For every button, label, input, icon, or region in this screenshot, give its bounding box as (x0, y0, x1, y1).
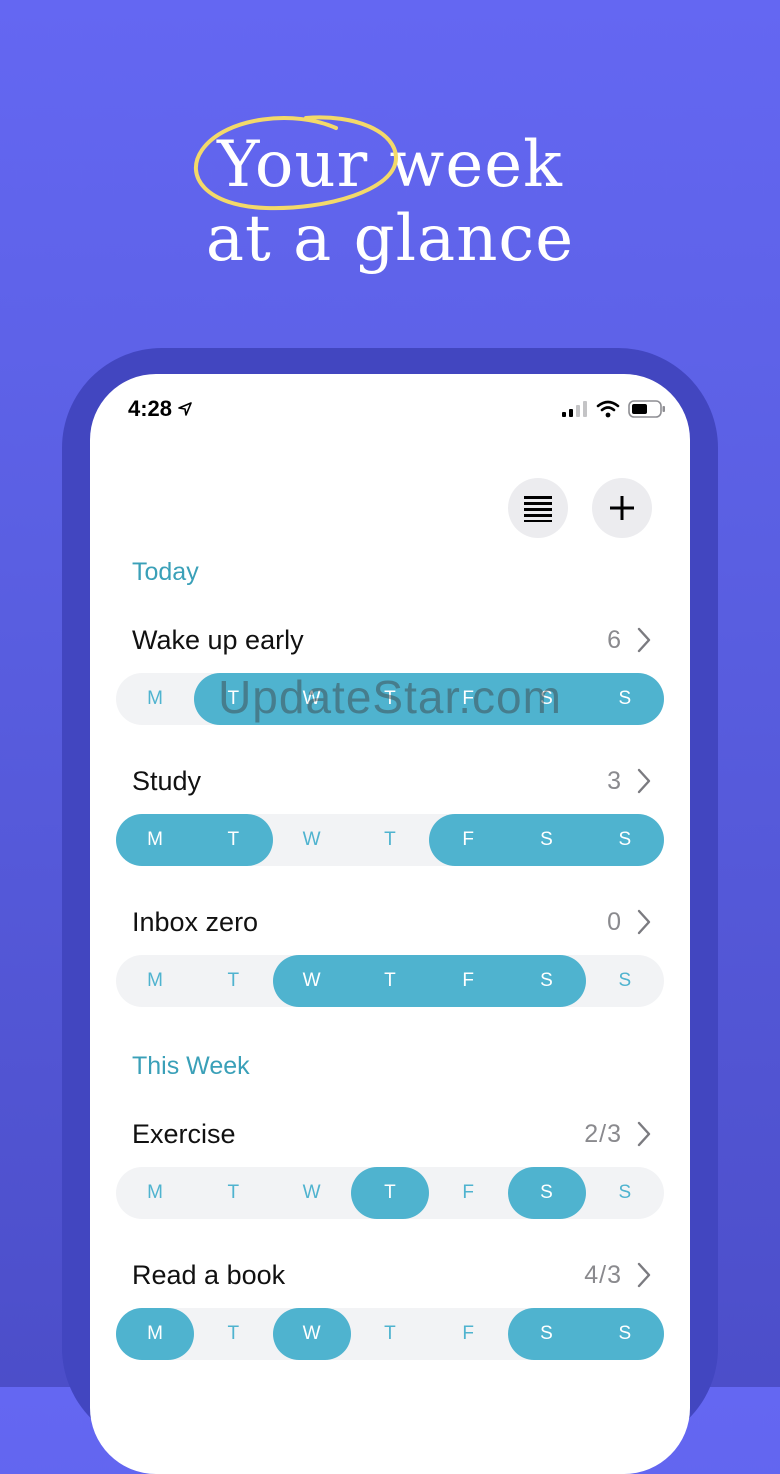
habit-row[interactable]: Exercise 2/3 (132, 1114, 652, 1154)
day-toggle[interactable]: S (586, 1308, 664, 1360)
habit-row[interactable]: Study 3 (132, 761, 652, 801)
headline-line-1: Your week (217, 128, 563, 202)
habit-name: Inbox zero (132, 906, 259, 937)
day-toggle[interactable]: T (351, 1167, 429, 1219)
wifi-icon (596, 400, 620, 418)
habit-row[interactable]: Wake up early 6 (132, 620, 652, 660)
day-toggle[interactable]: F (429, 955, 507, 1007)
day-toggle[interactable]: W (273, 955, 351, 1007)
list-icon (524, 496, 552, 522)
day-toggle[interactable]: T (351, 814, 429, 866)
add-habit-button[interactable] (592, 478, 652, 538)
plus-icon (610, 496, 634, 520)
chevron-right-icon[interactable] (636, 627, 652, 653)
habit-meta: 6 (607, 626, 652, 655)
habit-row[interactable]: Inbox zero 0 (132, 902, 652, 942)
week-strip: MTWTFSS (116, 1308, 665, 1360)
habit-count: 3 (607, 766, 622, 795)
headline-line-2: at a glance (205, 202, 575, 276)
chevron-right-icon[interactable] (636, 768, 652, 794)
section-this-week: This Week (132, 1052, 250, 1080)
habit-count: 2/3 (584, 1119, 622, 1148)
habit-name: Wake up early (132, 624, 304, 655)
habit-name: Read a book (132, 1259, 286, 1290)
day-toggle[interactable]: T (194, 814, 272, 866)
day-toggle[interactable]: T (351, 955, 429, 1007)
habit-meta: 2/3 (584, 1120, 652, 1149)
day-toggle[interactable]: T (351, 1308, 429, 1360)
habit-name: Study (132, 765, 202, 796)
battery-icon (628, 400, 665, 418)
day-toggle[interactable]: S (508, 1167, 586, 1219)
signal-icon (562, 401, 587, 417)
headline: Your week at a glance (0, 128, 780, 276)
habit-name: Exercise (132, 1118, 236, 1149)
status-time: 4:28 (128, 396, 192, 422)
day-toggle[interactable]: T (194, 1308, 272, 1360)
day-toggle[interactable]: T (194, 1167, 272, 1219)
habit-count: 0 (607, 907, 622, 936)
day-toggle[interactable]: S (508, 955, 586, 1007)
habit-count: 6 (607, 625, 622, 654)
location-arrow-icon (178, 402, 192, 416)
status-time-text: 4:28 (128, 396, 173, 421)
day-toggle[interactable]: F (429, 1167, 507, 1219)
section-today: Today (132, 558, 199, 586)
habit-meta: 0 (607, 908, 652, 937)
week-strip: MTWTFSS (116, 955, 664, 1007)
day-toggle[interactable]: M (116, 1167, 194, 1219)
week-strip: MTWTFSS (116, 814, 665, 866)
day-toggle[interactable]: S (586, 1167, 664, 1219)
day-toggle[interactable]: W (273, 814, 351, 866)
day-toggle[interactable]: W (273, 1167, 351, 1219)
chevron-right-icon[interactable] (636, 1262, 652, 1288)
habit-meta: 4/3 (584, 1261, 652, 1290)
habit-row[interactable]: Read a book 4/3 (132, 1255, 652, 1295)
list-view-button[interactable] (508, 478, 568, 538)
habit-count: 4/3 (584, 1260, 622, 1289)
watermark: UpdateStar.com (218, 671, 562, 723)
day-toggle[interactable]: S (508, 814, 586, 866)
day-toggle[interactable]: S (586, 814, 664, 866)
day-toggle[interactable]: M (116, 955, 194, 1007)
week-strip: MTWTFSS (116, 1167, 664, 1219)
phone-screen: 4:28 Today This Week Wake up early 6 M T… (90, 374, 690, 1474)
chevron-right-icon[interactable] (636, 909, 652, 935)
habit-meta: 3 (607, 767, 652, 796)
day-toggle[interactable]: W (273, 1308, 351, 1360)
day-toggle[interactable]: M (116, 814, 194, 866)
chevron-right-icon[interactable] (636, 1121, 652, 1147)
day-toggle[interactable]: M (116, 1308, 194, 1360)
day-toggle[interactable]: F (429, 1308, 507, 1360)
day-toggle[interactable]: T (194, 955, 272, 1007)
day-toggle[interactable]: S (508, 1308, 586, 1360)
status-icons (562, 400, 666, 418)
day-toggle[interactable]: F (429, 814, 507, 866)
day-toggle[interactable]: S (586, 955, 664, 1007)
